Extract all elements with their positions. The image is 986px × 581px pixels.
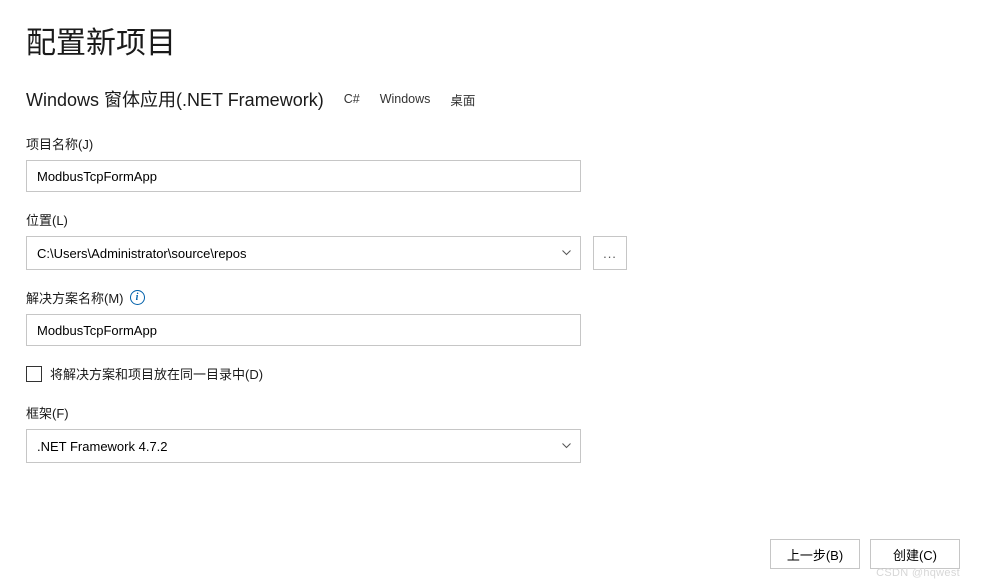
location-label: 位置(L): [26, 210, 960, 229]
location-combo[interactable]: [26, 236, 581, 270]
tag-language: C#: [344, 92, 360, 106]
template-name: Windows 窗体应用(.NET Framework): [26, 86, 324, 112]
create-button[interactable]: 创建(C): [870, 539, 960, 569]
location-field: 位置(L) ...: [26, 210, 960, 270]
page-title: 配置新项目: [26, 18, 960, 62]
browse-button[interactable]: ...: [593, 236, 627, 270]
solution-name-label: 解决方案名称(M) i: [26, 288, 960, 307]
back-button[interactable]: 上一步(B): [770, 539, 860, 569]
solution-name-input[interactable]: [26, 314, 581, 346]
template-info-row: Windows 窗体应用(.NET Framework) C# Windows …: [26, 86, 960, 112]
project-name-label: 项目名称(J): [26, 134, 960, 153]
project-name-field: 项目名称(J): [26, 134, 960, 192]
info-icon[interactable]: i: [130, 290, 145, 305]
tag-type: 桌面: [450, 90, 475, 109]
framework-input[interactable]: [26, 429, 581, 463]
same-directory-label: 将解决方案和项目放在同一目录中(D): [50, 364, 263, 383]
same-directory-checkbox[interactable]: [26, 366, 42, 382]
framework-field: 框架(F): [26, 403, 960, 463]
same-directory-checkbox-row: 将解决方案和项目放在同一目录中(D): [26, 364, 960, 383]
solution-name-label-text: 解决方案名称(M): [26, 288, 124, 307]
solution-name-field: 解决方案名称(M) i: [26, 288, 960, 346]
project-name-input[interactable]: [26, 160, 581, 192]
framework-combo[interactable]: [26, 429, 581, 463]
button-bar: 上一步(B) 创建(C): [770, 539, 960, 569]
tag-platform: Windows: [380, 92, 431, 106]
framework-label: 框架(F): [26, 403, 960, 422]
location-input[interactable]: [26, 236, 581, 270]
